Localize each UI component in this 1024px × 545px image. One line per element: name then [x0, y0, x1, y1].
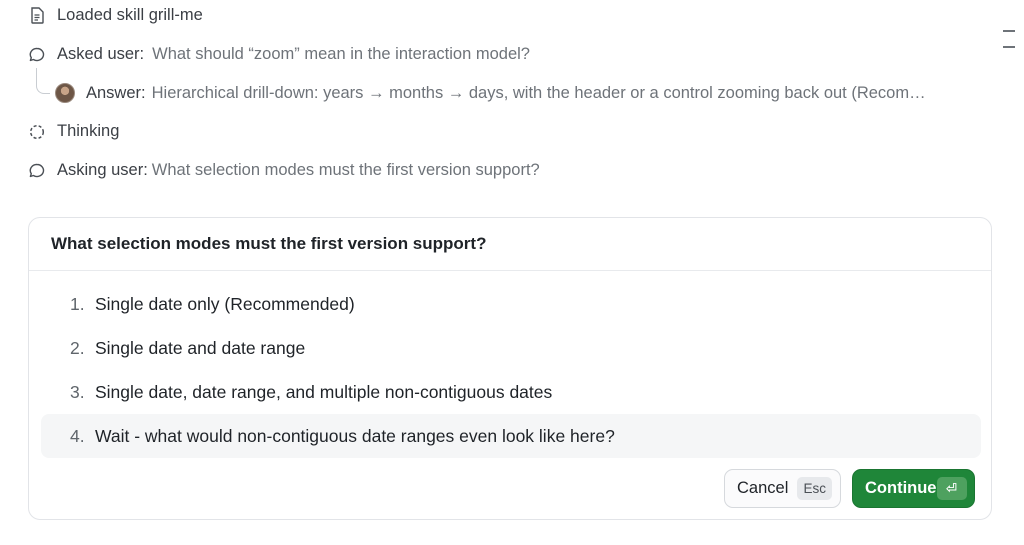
answer-label: Answer: [86, 83, 146, 102]
cancel-button[interactable]: Cancel Esc [724, 469, 841, 508]
option-item[interactable]: 2. Single date and date range [41, 326, 981, 370]
log-item-asking-user[interactable]: Asking user: What selection modes must t… [28, 161, 540, 180]
esc-key-hint: Esc [797, 477, 832, 500]
option-number: 2. [70, 337, 85, 358]
user-avatar [55, 83, 75, 103]
option-number: 1. [70, 293, 85, 314]
option-number: 4. [70, 425, 85, 446]
option-label: Wait - what would non-contiguous date ra… [95, 425, 615, 446]
option-item[interactable]: 1. Single date only (Recommended) [41, 282, 981, 326]
asking-question: What selection modes must the first vers… [151, 161, 540, 179]
chat-bubble-icon [28, 162, 46, 180]
thinking-label: Thinking [57, 122, 120, 140]
thread-connector [36, 68, 50, 94]
scroll-mark [1003, 30, 1015, 32]
document-icon [28, 7, 46, 25]
option-item-selected[interactable]: 4. Wait - what would non-contiguous date… [41, 414, 981, 458]
answer-text: Hierarchical drill-down: years → months … [151, 83, 926, 102]
asked-label: Asked user: [57, 45, 145, 63]
scroll-mark [1003, 46, 1015, 48]
chat-bubble-icon [28, 46, 46, 64]
dotted-circle-icon [28, 123, 46, 141]
skill-text: Loaded skill grill-me [57, 6, 203, 24]
option-number: 3. [70, 381, 85, 402]
option-label: Single date and date range [95, 337, 306, 358]
log-item-skill: Loaded skill grill-me [28, 6, 203, 25]
scroll-indicator[interactable] [1003, 30, 1015, 62]
asking-label: Asking user: [57, 161, 148, 179]
question-title: What selection modes must the first vers… [29, 218, 991, 271]
continue-button[interactable]: Continue ⏎ [852, 469, 975, 508]
question-card: What selection modes must the first vers… [28, 217, 992, 520]
continue-label: Continue [865, 479, 937, 497]
option-item[interactable]: 3. Single date, date range, and multiple… [41, 370, 981, 414]
log-item-answer[interactable]: Answer: Hierarchical drill-down: years →… [55, 83, 926, 103]
option-label: Single date, date range, and multiple no… [95, 381, 553, 402]
asked-question: What should “zoom” mean in the interacti… [152, 45, 530, 63]
log-item-asked-user[interactable]: Asked user: What should “zoom” mean in t… [28, 45, 530, 64]
option-label: Single date only (Recommended) [95, 293, 355, 314]
action-buttons: Cancel Esc Continue ⏎ [724, 469, 975, 508]
log-item-thinking[interactable]: Thinking [28, 122, 119, 141]
option-list: 1. Single date only (Recommended) 2. Sin… [41, 282, 981, 458]
agent-activity-page: Loaded skill grill-me Asked user: What s… [0, 0, 1024, 545]
enter-key-icon: ⏎ [936, 477, 967, 500]
cancel-label: Cancel [737, 479, 789, 497]
